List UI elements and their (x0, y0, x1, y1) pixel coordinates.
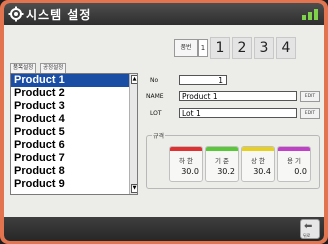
signal-icon (302, 9, 318, 20)
lot-edit-button[interactable]: EDIT (300, 108, 320, 119)
list-item[interactable]: Product 8 (11, 165, 137, 178)
list-item[interactable]: Product 6 (11, 139, 137, 152)
name-field[interactable]: Product 1 (179, 91, 297, 101)
upper-limit-gauge[interactable]: 상 한 30.4 (241, 146, 275, 182)
container-value: 0.0 (294, 167, 307, 176)
spec-group-label: 규격 (152, 131, 166, 140)
container-label: 용 기 (286, 157, 302, 165)
list-item[interactable]: Product 9 (11, 178, 137, 191)
list-scrollbar[interactable]: ▲ ▼ (129, 74, 137, 194)
container-color-bar (278, 147, 310, 151)
lot-label: LOT (150, 110, 162, 117)
lower-limit-color-bar (170, 147, 202, 151)
product-number-label: 품번 (174, 39, 198, 57)
name-edit-button[interactable]: EDIT (300, 91, 320, 102)
scroll-down-arrow-icon[interactable]: ▼ (131, 184, 137, 193)
no-label: No (150, 77, 159, 84)
page-title: 시스템 설정 (26, 8, 92, 22)
list-item[interactable]: Product 2 (11, 87, 137, 100)
lower-limit-label: 하 한 (178, 157, 194, 165)
container-gauge[interactable]: 용 기 0.0 (277, 146, 311, 182)
list-item[interactable]: Product 1 (11, 74, 137, 87)
back-button[interactable]: ⬅ 뒤로 (300, 219, 320, 239)
product-list[interactable]: Product 1 Product 2 Product 3 Product 4 … (10, 73, 138, 195)
back-arrow-icon: ⬅ (304, 221, 313, 232)
lot-field[interactable]: Lot 1 (179, 108, 297, 118)
list-item[interactable]: Product 4 (11, 113, 137, 126)
list-item[interactable]: Product 3 (11, 100, 137, 113)
reference-color-bar (206, 147, 238, 151)
current-page-indicator: 1 (198, 39, 208, 57)
lower-limit-gauge[interactable]: 하 한 30.0 (169, 146, 203, 182)
screen: 시스템 설정 품번 1 1 2 3 4 품목설정 공정설정 Product 1 … (4, 3, 324, 241)
page-button-1[interactable]: 1 (210, 37, 230, 59)
name-label: NAME (146, 93, 164, 100)
reference-label: 기 준 (214, 157, 230, 165)
back-label: 뒤로 (303, 233, 311, 238)
bottom-bar: ⬅ 뒤로 (4, 217, 324, 241)
lower-limit-value: 30.0 (181, 167, 199, 176)
reference-value: 30.2 (217, 167, 235, 176)
page-button-4[interactable]: 4 (276, 37, 296, 59)
no-field[interactable]: 1 (179, 75, 227, 85)
list-item[interactable]: Product 7 (11, 152, 137, 165)
upper-limit-color-bar (242, 147, 274, 151)
list-item[interactable]: Product 5 (11, 126, 137, 139)
tab-item-settings[interactable]: 품목설정 (10, 63, 37, 73)
upper-limit-label: 상 한 (250, 157, 266, 165)
page-button-2[interactable]: 2 (232, 37, 252, 59)
tab-process-settings[interactable]: 공정설정 (40, 63, 67, 73)
gear-icon (8, 6, 24, 22)
device-frame: 시스템 설정 품번 1 1 2 3 4 품목설정 공정설정 Product 1 … (0, 0, 328, 244)
page-button-3[interactable]: 3 (254, 37, 274, 59)
upper-limit-value: 30.4 (253, 167, 271, 176)
reference-gauge[interactable]: 기 준 30.2 (205, 146, 239, 182)
spec-group: 규격 하 한 30.0 기 준 30.2 상 한 30.4 용 기 0.0 (146, 131, 320, 189)
scroll-up-arrow-icon[interactable]: ▲ (131, 75, 137, 84)
title-bar: 시스템 설정 (4, 3, 324, 25)
